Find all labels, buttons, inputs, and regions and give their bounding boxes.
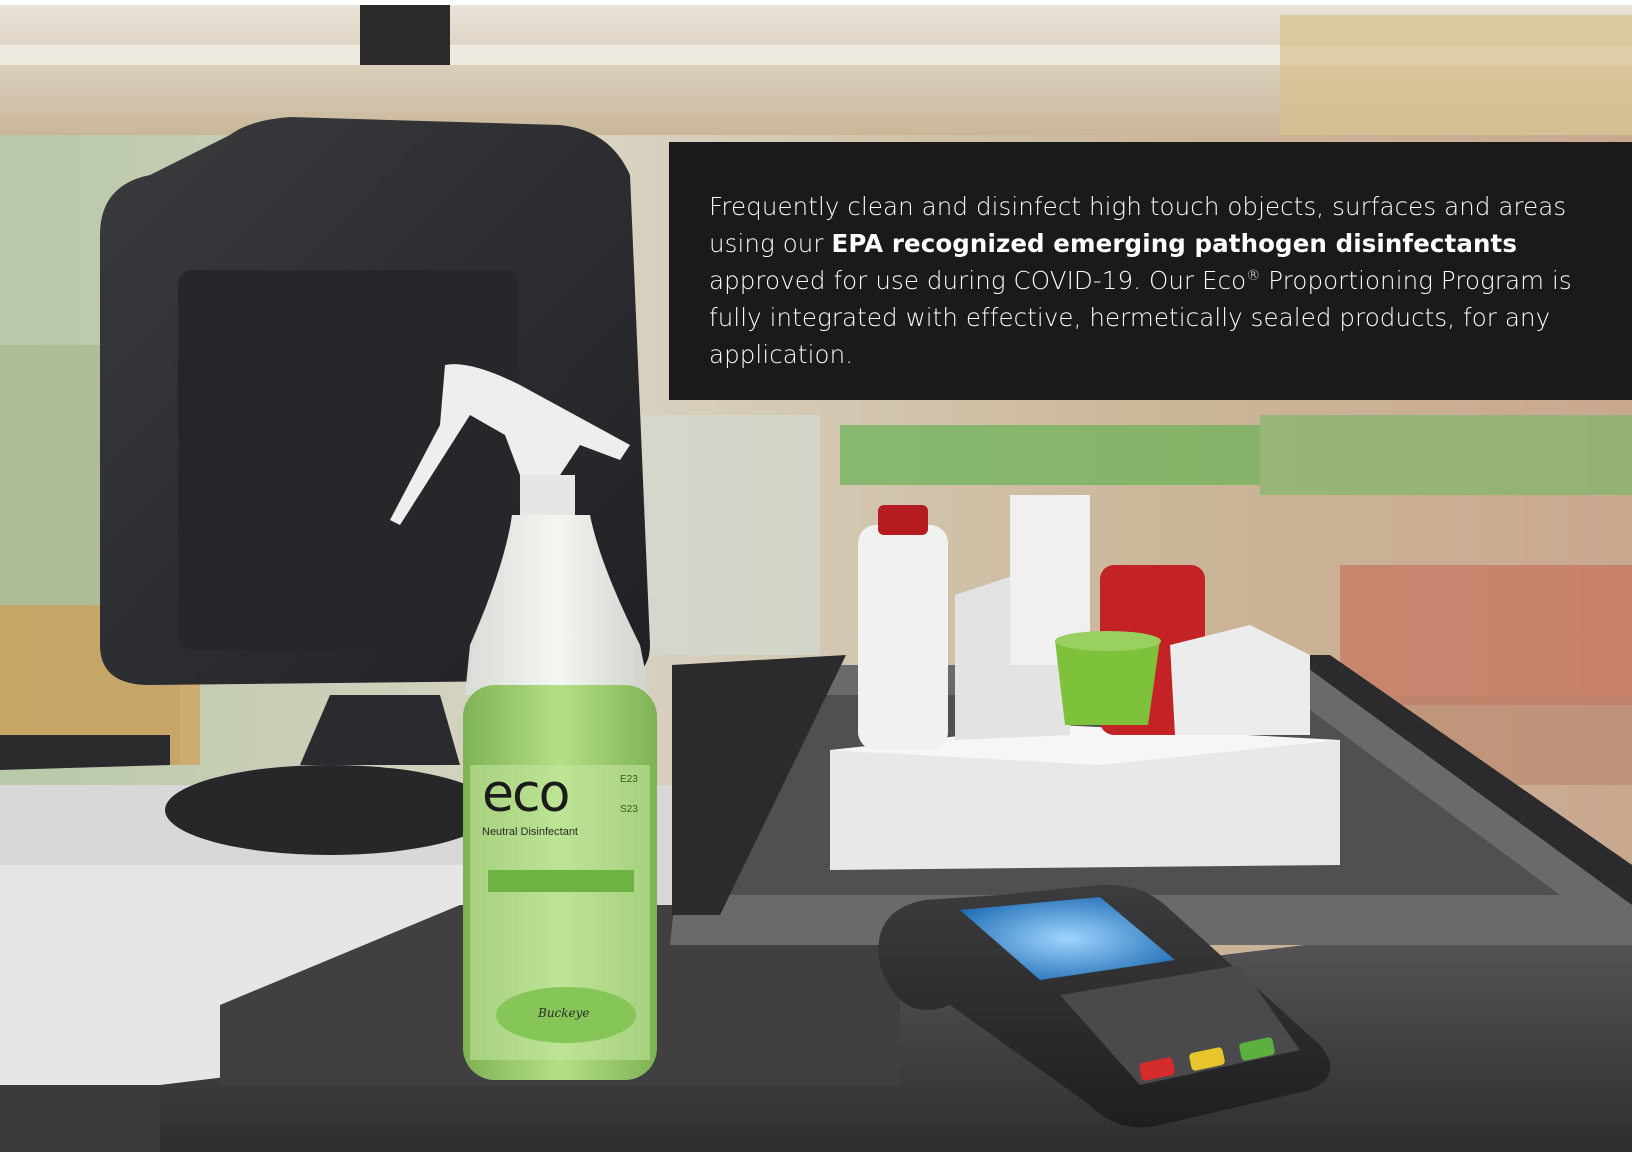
bottle-label: eco Neutral Disinfectant E23 S23 Buckeye [478, 760, 638, 1060]
bottle-code-2: S23 [620, 804, 638, 815]
caption-text: Frequently clean and disinfect high touc… [709, 188, 1604, 373]
bottle-code-1: E23 [620, 774, 638, 785]
bottle-product: Neutral Disinfectant [482, 826, 578, 838]
page: eco Neutral Disinfectant E23 S23 Buckeye… [0, 0, 1632, 1152]
bottle-maker: Buckeye [538, 1006, 590, 1020]
caption-emphasis: EPA recognized emerging pathogen disinfe… [831, 229, 1518, 258]
caption-panel: Frequently clean and disinfect high touc… [669, 142, 1632, 400]
caption-text-middle: approved for use during COVID-19. Our Ec… [709, 266, 1247, 295]
registered-mark: ® [1246, 267, 1261, 284]
bottle-brand: eco [482, 764, 570, 824]
